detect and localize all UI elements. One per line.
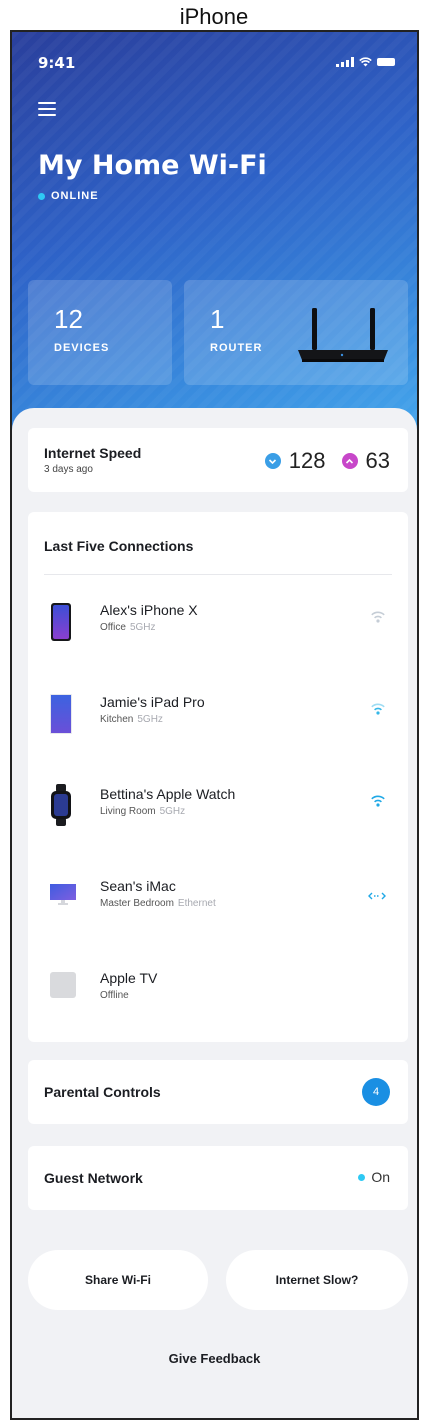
imac-icon <box>50 884 76 905</box>
device-location: Office 5GHz <box>100 622 156 633</box>
router-card[interactable]: 1 ROUTER <box>184 280 408 385</box>
router-label: ROUTER <box>210 342 263 354</box>
connection-item[interactable]: Sean's iMac Master Bedroom Ethernet <box>28 856 408 948</box>
content-sheet: Internet Speed 3 days ago 128 63 Last Fi… <box>12 408 417 1418</box>
last-connections-title: Last Five Connections <box>44 538 194 554</box>
internet-speed-subtitle: 3 days ago <box>44 464 93 475</box>
phone-frame: 9:41 My Home Wi-Fi ONLINE 12 DEVICES 1 R… <box>10 30 419 1420</box>
device-name: Apple TV <box>100 970 158 986</box>
guest-network-status-label: On <box>371 1169 390 1185</box>
wifi-weak-icon <box>371 611 385 623</box>
router-count: 1 <box>210 304 225 334</box>
internet-speed-title: Internet Speed <box>44 445 142 461</box>
upload-speed: 63 <box>365 448 390 473</box>
devices-label: DEVICES <box>54 342 110 354</box>
guest-network-row[interactable]: Guest Network On <box>28 1146 408 1210</box>
device-name: Jamie's iPad Pro <box>100 694 205 710</box>
menu-icon[interactable] <box>38 102 56 116</box>
guest-network-status: On <box>358 1169 390 1185</box>
last-connections-card: Last Five Connections Alex's iPhone X Of… <box>28 512 408 1042</box>
internet-speed-card[interactable]: Internet Speed 3 days ago 128 63 <box>28 428 408 492</box>
download-speed: 128 <box>288 448 326 473</box>
apple-tv-icon <box>50 972 76 998</box>
parental-controls-label: Parental Controls <box>44 1084 161 1100</box>
page-title: My Home Wi-Fi <box>38 150 267 181</box>
devices-count: 12 <box>54 304 83 334</box>
wifi-medium-icon <box>371 703 385 715</box>
cell-signal-icon <box>336 57 354 67</box>
ethernet-icon <box>368 892 386 900</box>
give-feedback-link[interactable]: Give Feedback <box>12 1351 417 1366</box>
wifi-strong-icon <box>371 795 385 807</box>
status-bar: 9:41 <box>38 54 395 74</box>
connection-item[interactable]: Apple TV Offline <box>28 948 408 1040</box>
divider <box>44 574 392 575</box>
parental-controls-count: 4 <box>362 1078 390 1106</box>
share-wifi-button[interactable]: Share Wi-Fi <box>28 1250 208 1310</box>
devices-card[interactable]: 12 DEVICES <box>28 280 172 385</box>
status-time: 9:41 <box>38 54 76 72</box>
wifi-status-icon <box>359 57 372 67</box>
network-status-label: ONLINE <box>51 190 99 202</box>
ipad-icon <box>50 694 72 734</box>
hero-header <box>12 32 417 472</box>
device-name: Bettina's Apple Watch <box>100 786 236 802</box>
guest-network-label: Guest Network <box>44 1170 143 1186</box>
device-location: Kitchen 5GHz <box>100 714 163 725</box>
network-status: ONLINE <box>38 190 99 202</box>
battery-icon <box>377 58 395 66</box>
device-location: Master Bedroom Ethernet <box>100 898 216 909</box>
download-icon <box>264 453 281 469</box>
router-icon <box>298 308 388 362</box>
upload-icon <box>341 453 358 469</box>
device-label: iPhone <box>179 4 249 29</box>
status-dot-icon <box>358 1173 366 1181</box>
online-dot-icon <box>38 192 45 200</box>
device-name: Alex's iPhone X <box>100 602 198 618</box>
connection-item[interactable]: Bettina's Apple Watch Living Room 5GHz <box>28 764 408 856</box>
status-icons <box>336 57 395 67</box>
speed-values: 128 63 <box>264 448 390 474</box>
parental-controls-row[interactable]: Parental Controls 4 <box>28 1060 408 1124</box>
device-location: Offline <box>100 990 129 1001</box>
connection-item[interactable]: Jamie's iPad Pro Kitchen 5GHz <box>28 672 408 764</box>
connection-item[interactable]: Alex's iPhone X Office 5GHz <box>28 580 408 672</box>
apple-watch-icon <box>51 784 71 826</box>
device-name: Sean's iMac <box>100 878 176 894</box>
device-location: Living Room 5GHz <box>100 806 186 817</box>
internet-slow-button[interactable]: Internet Slow? <box>226 1250 408 1310</box>
iphone-icon <box>51 603 71 641</box>
